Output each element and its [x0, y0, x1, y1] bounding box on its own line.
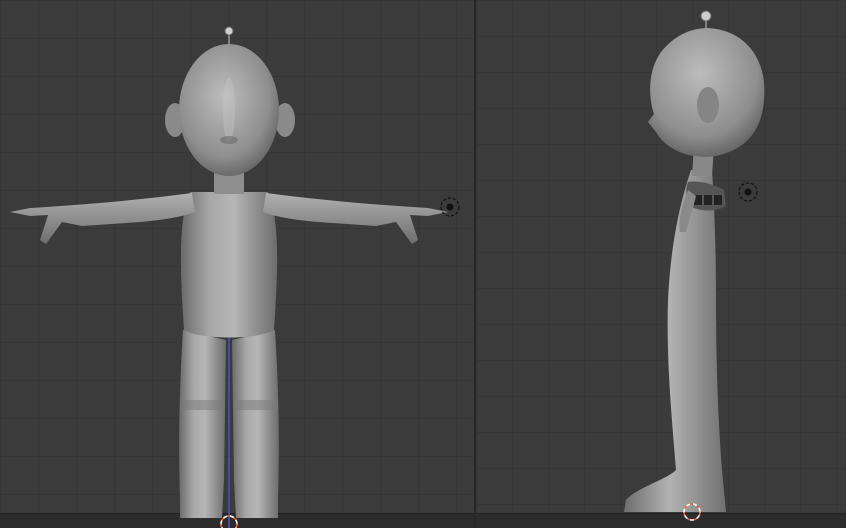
viewport-front[interactable]	[0, 0, 474, 528]
finger	[704, 195, 712, 205]
side-view-canvas	[624, 10, 765, 521]
blender-window	[0, 0, 846, 528]
object-origin-icon[interactable]	[738, 182, 758, 202]
right-leg[interactable]	[232, 330, 279, 518]
viewport-side[interactable]	[476, 0, 846, 528]
front-view-canvas	[10, 26, 460, 528]
light-empty-icon[interactable]	[224, 26, 234, 36]
knee-crease-right	[234, 400, 278, 410]
left-arm[interactable]	[10, 193, 195, 244]
nose-highlight	[223, 78, 235, 142]
finger	[714, 195, 722, 205]
right-arm[interactable]	[263, 193, 448, 244]
light-empty-icon[interactable]	[700, 10, 712, 22]
body-profile[interactable]	[624, 170, 726, 512]
left-leg[interactable]	[179, 330, 226, 518]
torso[interactable]	[180, 192, 278, 338]
object-origin-icon[interactable]	[440, 197, 460, 217]
ear[interactable]	[697, 87, 719, 123]
knee-crease-left	[180, 400, 224, 410]
mouth	[220, 136, 238, 144]
